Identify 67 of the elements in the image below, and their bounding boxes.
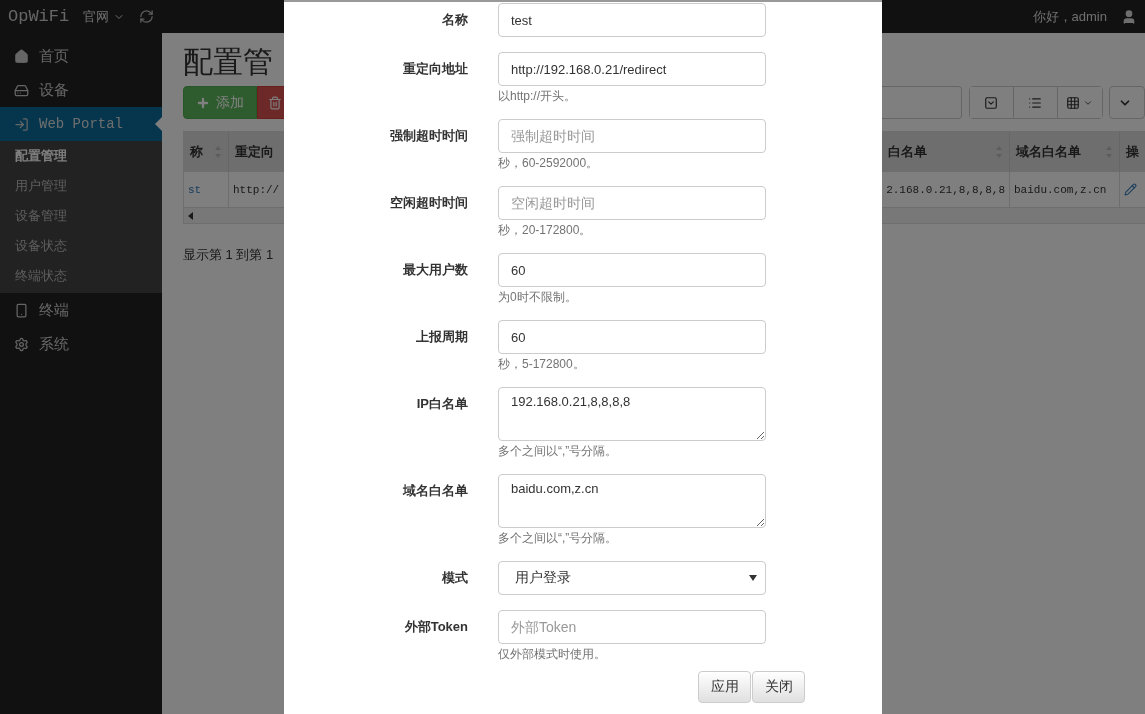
mode-select[interactable]: 用户登录	[498, 561, 766, 595]
phone-icon	[14, 302, 29, 318]
column-header[interactable]: 白名单	[882, 132, 1010, 171]
help-text: 为0时不限制。	[498, 290, 578, 305]
user-icon[interactable]	[1121, 8, 1137, 25]
input-field[interactable]: 空闲超时时间	[498, 186, 766, 220]
toggle-icon	[984, 95, 999, 110]
edit-icon[interactable]	[1124, 183, 1137, 196]
scrollbar[interactable]	[184, 207, 284, 223]
settings-icon	[14, 336, 29, 352]
close-button[interactable]: 关闭	[752, 671, 805, 703]
field-label: IP白名单	[415, 395, 468, 413]
column-header[interactable]: 称	[184, 132, 229, 171]
submenu-item[interactable]: 配置管理	[0, 141, 162, 171]
export-button[interactable]	[1108, 86, 1145, 119]
text-area[interactable]: 192.168.0.21,8,8,8,8	[498, 387, 766, 441]
input-field[interactable]: 强制超时时间	[498, 119, 766, 153]
field-label: 模式	[440, 569, 468, 587]
sidebar-item[interactable]: 首页	[0, 39, 162, 73]
drive-icon	[14, 82, 29, 98]
brand-logo[interactable]: OpWiFi	[8, 7, 70, 26]
help-text: 以http://开头。	[498, 89, 578, 104]
column-header[interactable]: 域名白名单	[1010, 132, 1120, 171]
scroll-left-icon[interactable]	[188, 211, 193, 220]
field-label: 空闲超时时间	[389, 194, 468, 212]
field-label: 最大用户数	[402, 261, 468, 279]
nav-menu[interactable]: 官网	[83, 7, 126, 26]
input-field[interactable]: test	[498, 3, 766, 37]
refresh-icon[interactable]	[139, 9, 155, 24]
column-header[interactable]: 操	[1120, 132, 1145, 171]
text-area[interactable]: baidu.com,z.cn	[498, 474, 766, 528]
help-text: 秒，20-172800。	[498, 223, 593, 238]
help-text: 秒，5-172800。	[498, 357, 586, 372]
grid-icon	[1066, 95, 1081, 110]
list-icon	[1028, 95, 1043, 110]
home-icon	[14, 48, 29, 64]
input-field[interactable]: 60	[498, 320, 766, 354]
caret-icon	[749, 575, 757, 581]
field-label: 上报周期	[415, 328, 468, 346]
column-header[interactable]: 重定向	[229, 132, 284, 171]
input-field[interactable]: http://192.168.0.21/redirect	[498, 52, 766, 86]
field-label: 重定向地址	[402, 60, 468, 78]
help-text: 多个之间以“,”号分隔。	[498, 531, 619, 546]
page-title: 配置管	[183, 43, 273, 80]
field-label: 强制超时时间	[389, 127, 468, 145]
sidebar-item[interactable]: Web Portal	[0, 107, 162, 141]
apply-button[interactable]: 应用	[698, 671, 751, 703]
sidebar-item[interactable]: 终端	[0, 293, 162, 327]
field-label: 域名白名单	[401, 482, 468, 500]
scrollbar[interactable]	[882, 207, 1145, 223]
help-text: 仅外部模式时使用。	[498, 647, 607, 662]
input-field[interactable]: 60	[498, 253, 766, 287]
field-label: 外部Token	[403, 618, 468, 636]
sidebar-item[interactable]: 设备	[0, 73, 162, 107]
pagination-info: 显示第 1 到第 1	[183, 246, 275, 264]
sidebar-item[interactable]: 系统	[0, 327, 162, 361]
trash-icon	[268, 95, 282, 110]
help-text: 多个之间以“,”号分隔。	[498, 444, 619, 459]
field-label: 名称	[441, 11, 468, 29]
help-text: 秒，60-2592000。	[498, 156, 600, 171]
input-field[interactable]: 外部Token	[498, 610, 766, 644]
greeting: 你好，admin	[1032, 7, 1107, 26]
active-pointer	[155, 117, 162, 131]
toggle-button[interactable]	[969, 87, 1014, 118]
login-icon	[14, 116, 29, 132]
plus-icon	[196, 95, 210, 110]
add-button[interactable]: 添加	[183, 86, 257, 119]
